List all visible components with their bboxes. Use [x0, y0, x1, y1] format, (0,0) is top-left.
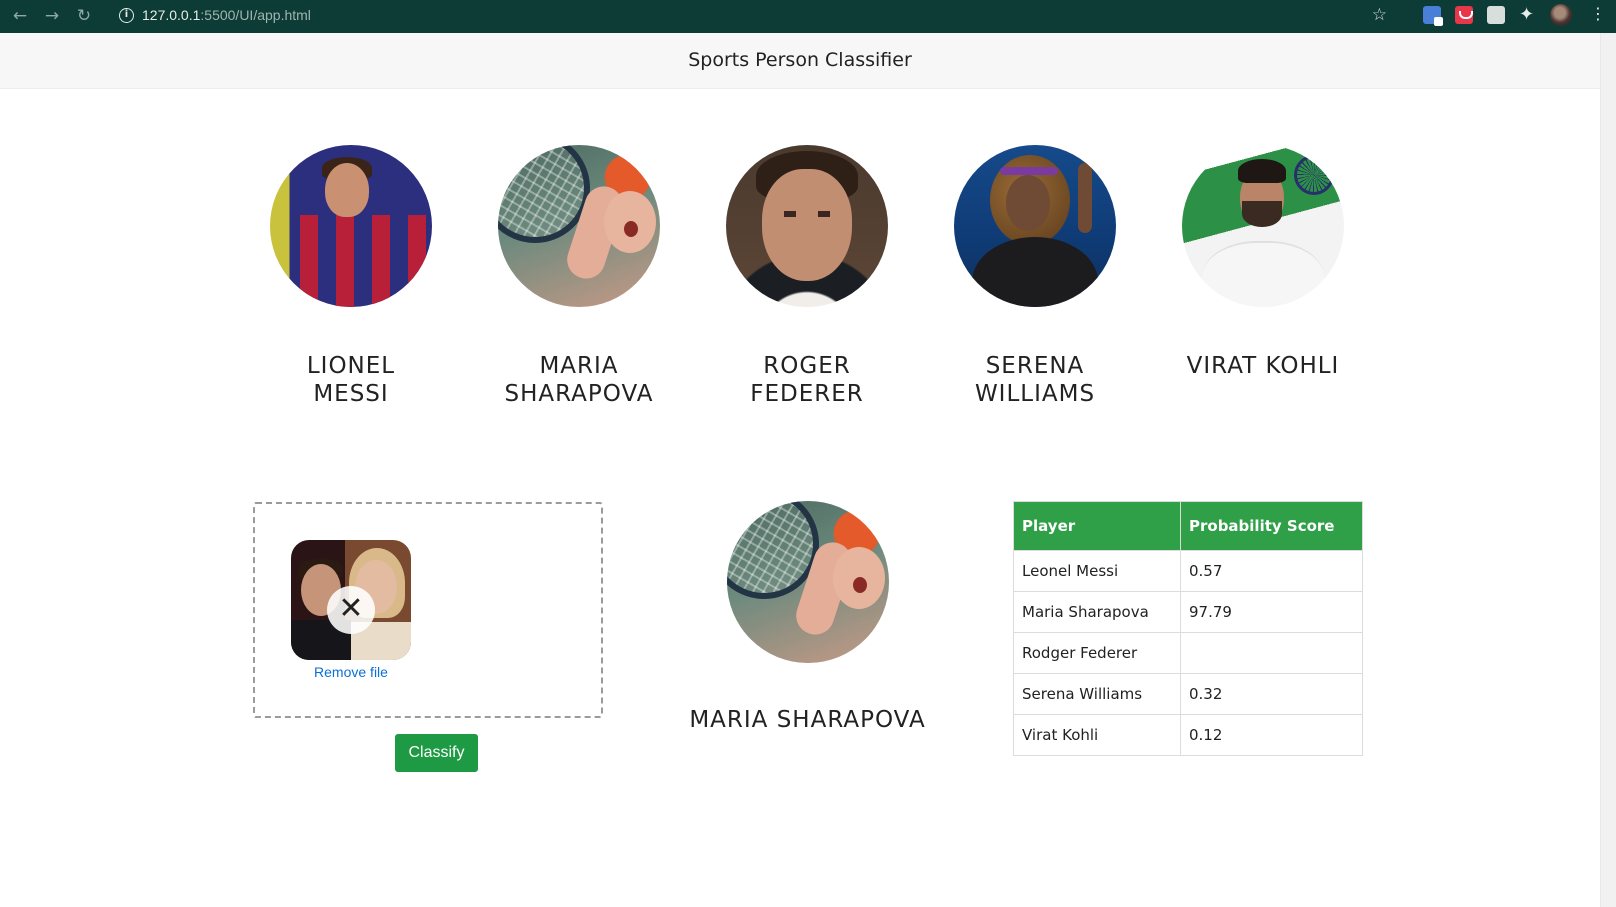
score-cell: 97.79	[1180, 591, 1363, 633]
page-extension-icon[interactable]	[1487, 6, 1505, 24]
player-cell: Rodger Federer	[1013, 632, 1181, 674]
table-row: Rodger Federer	[1013, 632, 1363, 674]
player-name: MARIA SHARAPOVA	[469, 352, 689, 408]
puzzle-icon[interactable]: ✦	[1519, 4, 1534, 25]
address-bar[interactable]: i 127.0.0.1:5500/UI/app.html ☆	[109, 2, 1399, 30]
player-cell: Maria Sharapova	[1013, 591, 1181, 633]
kebab-menu-icon[interactable]: ⋮	[1590, 4, 1606, 23]
translate-extension-icon[interactable]	[1423, 6, 1443, 26]
player-name-line1: LIONEL	[306, 353, 396, 379]
table-row: Virat Kohli 0.12	[1013, 714, 1363, 756]
result-card	[727, 501, 889, 663]
player-cell: Serena Williams	[1013, 673, 1181, 715]
classify-button[interactable]: Classify	[395, 734, 478, 772]
player-name-line1: MARIA	[539, 353, 619, 379]
close-icon[interactable]: ✕	[327, 586, 375, 634]
player-name: ROGER FEDERER	[697, 352, 917, 408]
player-card-messi: LIONEL MESSI	[241, 145, 461, 408]
player-cell: Virat Kohli	[1013, 714, 1181, 756]
player-card-sharapova: MARIA SHARAPOVA	[469, 145, 689, 408]
back-arrow-icon[interactable]: ←	[8, 4, 32, 28]
player-photo-williams	[954, 145, 1116, 307]
file-dropzone[interactable]: ✕ Remove file	[253, 502, 603, 718]
player-photo-federer	[726, 145, 888, 307]
profile-avatar[interactable]	[1550, 4, 1572, 26]
reload-icon[interactable]: ↻	[72, 4, 96, 28]
player-card-williams: SERENA WILLIAMS	[925, 145, 1145, 408]
score-cell	[1180, 632, 1363, 674]
pocket-extension-icon[interactable]	[1455, 6, 1473, 24]
table-row: Maria Sharapova 97.79	[1013, 591, 1363, 633]
player-name: SERENA WILLIAMS	[925, 352, 1145, 408]
url-path: :5500/UI/app.html	[200, 7, 311, 23]
player-photo-kohli	[1182, 145, 1344, 307]
browser-toolbar: ← → ↻ i 127.0.0.1:5500/UI/app.html ☆ ✦ ⋮	[0, 0, 1616, 33]
forward-arrow-icon[interactable]: →	[40, 4, 64, 28]
table-header-row: Player Probability Score	[1013, 501, 1363, 551]
player-photo-messi	[270, 145, 432, 307]
player-name-line1: VIRAT KOHLI	[1186, 353, 1340, 379]
score-cell: 0.57	[1180, 550, 1363, 592]
info-icon[interactable]: i	[119, 8, 134, 23]
player-name-line2: MESSI	[313, 381, 389, 407]
player-name-line1: SERENA	[985, 353, 1085, 379]
table-row: Serena Williams 0.32	[1013, 673, 1363, 715]
player-name: LIONEL MESSI	[241, 352, 461, 408]
column-header-probability: Probability Score	[1180, 501, 1363, 551]
url-host: 127.0.0.1	[142, 7, 201, 23]
star-icon[interactable]: ☆	[1372, 5, 1387, 25]
player-name-line2: WILLIAMS	[974, 381, 1096, 407]
uploaded-image-thumbnail: ✕	[291, 540, 411, 660]
probability-table: Player Probability Score Leonel Messi 0.…	[1013, 501, 1363, 756]
player-cell: Leonel Messi	[1013, 550, 1181, 592]
app-header: Sports Person Classifier	[0, 33, 1616, 89]
scrollbar[interactable]	[1600, 33, 1616, 907]
score-cell: 0.32	[1180, 673, 1363, 715]
player-card-kohli: VIRAT KOHLI	[1153, 145, 1373, 380]
result-name: MARIA SHARAPOVA	[689, 707, 926, 733]
page-title: Sports Person Classifier	[688, 49, 912, 71]
player-name-line2: SHARAPOVA	[504, 381, 654, 407]
player-name-line1: ROGER	[763, 353, 851, 379]
remove-file-link[interactable]: Remove file	[291, 664, 411, 680]
url-text[interactable]: 127.0.0.1:5500/UI/app.html	[142, 7, 311, 23]
table-row: Leonel Messi 0.57	[1013, 550, 1363, 592]
column-header-player: Player	[1013, 501, 1181, 551]
player-name-line2: FEDERER	[750, 381, 864, 407]
player-card-federer: ROGER FEDERER	[697, 145, 917, 408]
score-cell: 0.12	[1180, 714, 1363, 756]
player-photo-sharapova	[498, 145, 660, 307]
result-photo	[727, 501, 889, 663]
player-name: VIRAT KOHLI	[1153, 352, 1373, 380]
